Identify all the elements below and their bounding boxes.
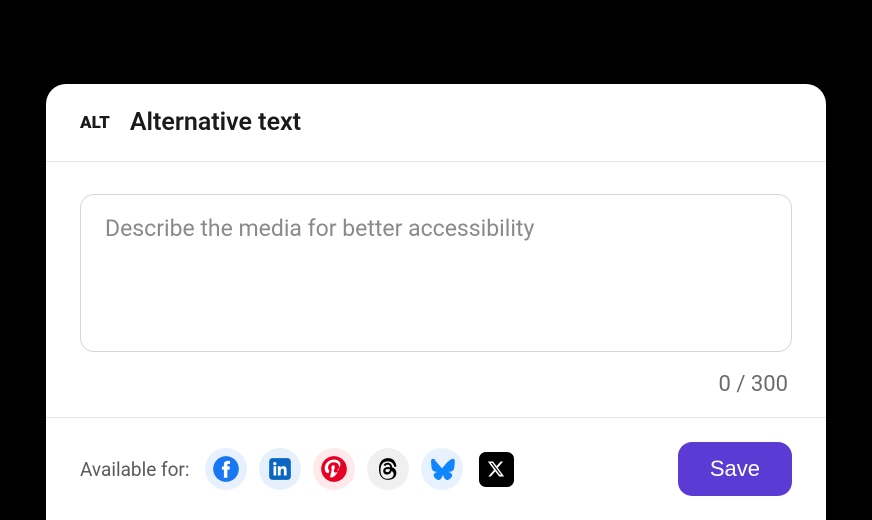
save-button[interactable]: Save: [678, 442, 792, 496]
modal-footer: Available for: Save: [46, 417, 826, 520]
facebook-icon: [205, 448, 247, 490]
modal-header: ALT Alternative text: [46, 84, 826, 162]
x-icon: [475, 448, 517, 490]
available-for-label: Available for:: [80, 458, 189, 481]
modal-body: 0 / 300: [46, 162, 826, 417]
platform-list: [205, 448, 665, 490]
pinterest-icon: [313, 448, 355, 490]
alt-text-input[interactable]: [80, 194, 792, 352]
alt-badge: ALT: [80, 113, 110, 133]
modal-title: Alternative text: [130, 108, 301, 137]
alt-text-modal: ALT Alternative text 0 / 300 Available f…: [46, 84, 826, 520]
bluesky-icon: [421, 448, 463, 490]
threads-icon: [367, 448, 409, 490]
character-counter: 0 / 300: [80, 372, 792, 397]
linkedin-icon: [259, 448, 301, 490]
